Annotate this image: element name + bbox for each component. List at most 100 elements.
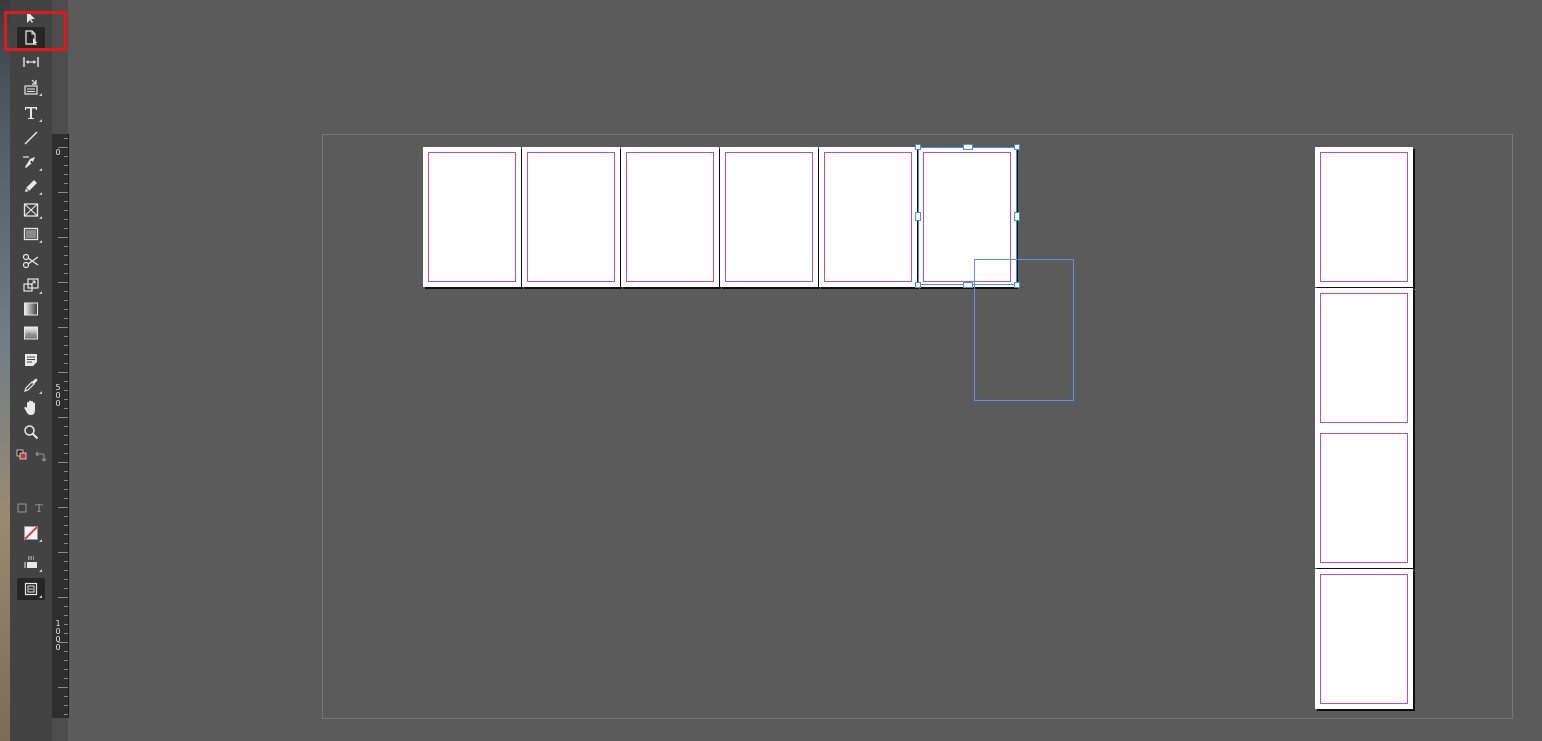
rectangle-tool[interactable]: [17, 223, 45, 245]
container-icon: [17, 503, 27, 513]
ruler-tick: [64, 408, 68, 409]
gap-icon: [23, 57, 39, 67]
ruler-tick: [64, 309, 68, 310]
tool-group-indicator: [36, 93, 42, 96]
vertical-ruler[interactable]: 0 5 0 0 1 0 0 0: [52, 134, 69, 718]
ruler-tick: [64, 444, 68, 445]
type-tool[interactable]: [17, 102, 45, 124]
page-vertical-4[interactable]: [1315, 568, 1413, 709]
page-horizontal-2[interactable]: [522, 147, 620, 287]
content-collector-tool[interactable]: [17, 76, 45, 98]
ruler-tick: [64, 399, 68, 400]
ruler-tick: [58, 642, 68, 643]
gradient-swatch-tool[interactable]: [17, 298, 45, 320]
ruler-tick: [58, 237, 68, 238]
ruler-tick: [64, 291, 68, 292]
page-vertical-2[interactable]: [1315, 287, 1413, 428]
formatting-affects-container[interactable]: [16, 500, 28, 516]
ruler-tick: [64, 255, 68, 256]
tool-group-indicator: [36, 192, 42, 195]
scissors-tool[interactable]: [17, 250, 45, 272]
note-tool[interactable]: [17, 349, 45, 371]
margin-guide: [1320, 152, 1408, 282]
free-transform-tool[interactable]: [17, 274, 45, 296]
swap-fill-stroke[interactable]: [32, 449, 48, 465]
page-horizontal-3[interactable]: [621, 147, 719, 287]
ruler-label-1000: 1 0 0 0: [55, 619, 61, 652]
ruler-tick: [58, 552, 68, 553]
apply-none-button[interactable]: [17, 522, 45, 544]
ruler-tick: [64, 489, 68, 490]
margin-guide: [1320, 573, 1408, 704]
text-format-glyph: T: [35, 501, 43, 515]
default-fill-stroke[interactable]: [14, 447, 30, 463]
ruler-tick: [58, 507, 68, 508]
page-vertical-3[interactable]: [1315, 428, 1413, 568]
margin-guide: [725, 152, 813, 282]
tool-group-indicator: [36, 539, 42, 542]
tool-group-indicator: [36, 391, 42, 394]
zoom-tool[interactable]: [17, 421, 45, 443]
ruler-tick: [64, 390, 68, 391]
pen-tool[interactable]: [17, 151, 45, 173]
tool-group-indicator: [36, 119, 42, 122]
ruler-tick: [58, 147, 68, 148]
ruler-tick: [64, 183, 68, 184]
ruler-tick: [64, 381, 68, 382]
ruler-tick: [64, 228, 68, 229]
ruler-tick: [64, 273, 68, 274]
ruler-tick: [64, 678, 68, 679]
page-horizontal-1[interactable]: [423, 147, 521, 287]
ruler-tick: [64, 345, 68, 346]
tool-group-indicator: [36, 216, 42, 219]
screen-mode-icon: [24, 556, 37, 568]
ruler-tick: [64, 705, 68, 706]
default-fill-stroke-icon: [16, 449, 27, 460]
swap-arrow-icon: [35, 451, 46, 462]
ruler-tick: [64, 498, 68, 499]
gradient-feather-icon: [24, 326, 38, 340]
ruler-tick: [64, 264, 68, 265]
ruler-tick: [64, 651, 68, 652]
ruler-tick: [64, 669, 68, 670]
ruler-tick: [64, 516, 68, 517]
zoom-icon: [24, 425, 39, 440]
preview-mode-button[interactable]: [17, 578, 45, 600]
desktop-edge: [0, 0, 10, 741]
ruler-tick: [64, 570, 68, 571]
ruler-tick: [64, 453, 68, 454]
page-tool-icon: [25, 30, 38, 46]
ruler-gutter-bottom: [52, 718, 68, 741]
page-horizontal-5[interactable]: [819, 147, 917, 287]
ruler-tick: [64, 480, 68, 481]
screen-mode-button[interactable]: [17, 552, 45, 574]
ruler-tick: [64, 624, 68, 625]
page-tool[interactable]: [17, 27, 45, 49]
page-horizontal-4[interactable]: [720, 147, 818, 287]
page-vertical-1[interactable]: [1315, 147, 1413, 287]
eyedropper-tool[interactable]: [17, 374, 45, 396]
ruler-tick: [64, 696, 68, 697]
tool-group-indicator: [36, 168, 42, 171]
gradient-feather-tool[interactable]: [17, 322, 45, 344]
ruler-tick: [64, 588, 68, 589]
ruler-tick: [64, 534, 68, 535]
ruler-tick: [64, 579, 68, 580]
formatting-affects-text[interactable]: T: [32, 500, 46, 516]
tool-group-indicator: [36, 595, 42, 598]
gap-tool[interactable]: [17, 51, 45, 73]
rectangle-frame-tool[interactable]: [17, 199, 45, 221]
ruler-tick: [64, 660, 68, 661]
ruler-tick: [64, 471, 68, 472]
ruler-tick: [64, 138, 68, 139]
line-icon: [24, 131, 38, 145]
ruler-tick: [58, 192, 68, 193]
hand-tool[interactable]: [17, 397, 45, 419]
ruler-tick: [64, 525, 68, 526]
ruler-tick: [58, 417, 68, 418]
selection-tool[interactable]: [17, 6, 45, 28]
ruler-tick: [64, 561, 68, 562]
tool-group-indicator: [36, 569, 42, 572]
pencil-tool[interactable]: [17, 175, 45, 197]
line-tool[interactable]: [17, 127, 45, 149]
